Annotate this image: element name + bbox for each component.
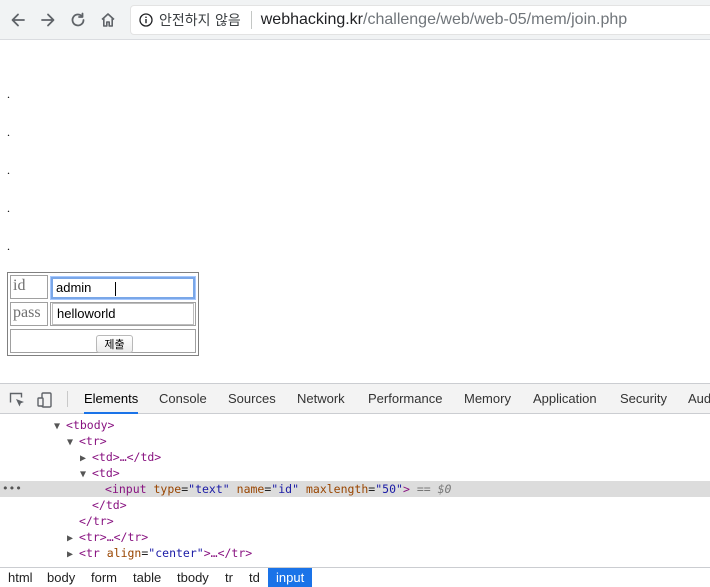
url-host: webhacking.kr: [260, 11, 364, 28]
inspect-element-icon[interactable]: [8, 391, 26, 409]
breadcrumb-tbody[interactable]: tbody: [175, 568, 211, 587]
join-form-table: id admin pass helloworld 제출: [7, 272, 199, 356]
text-caret: [115, 282, 116, 296]
dom-node-tr-close[interactable]: </tr>: [0, 513, 710, 529]
page-viewport: . . . . . id admin pass helloworld 제출: [0, 41, 710, 383]
pass-input[interactable]: helloworld: [52, 303, 194, 325]
tab-application[interactable]: Application: [533, 384, 597, 414]
dom-tree: ▼ <tbody> ▼ <tr> ▶ <td>…</td> ▼ <td> ••• <inp…: [0, 415, 710, 567]
home-button[interactable]: [96, 8, 120, 32]
tab-sources[interactable]: Sources: [228, 384, 276, 414]
tab-audits[interactable]: Aud: [688, 384, 710, 414]
pass-label: pass: [13, 304, 41, 321]
submit-button[interactable]: 제출: [96, 335, 133, 353]
tabbar-divider: [67, 391, 68, 407]
breadcrumb-form[interactable]: form: [89, 568, 119, 587]
pass-label-cell: pass: [10, 302, 48, 326]
tab-security[interactable]: Security: [620, 384, 667, 414]
breadcrumb-input[interactable]: input: [268, 568, 313, 587]
id-label: id: [13, 277, 26, 294]
omnibox-divider: [250, 11, 252, 29]
dom-node-tr-center[interactable]: ▶ <tr align="center">…</tr>: [0, 545, 710, 561]
devtools-tabbar: Elements Console Sources Network Perform…: [0, 384, 710, 414]
page-dot: .: [7, 87, 10, 101]
security-label[interactable]: 안전하지 않음: [159, 10, 241, 30]
page-dot: .: [7, 125, 10, 139]
browser-toolbar: 안전하지 않음 webhacking.kr/challenge/web/web-…: [0, 0, 710, 40]
id-input-value: admin: [56, 280, 92, 295]
breadcrumb-table[interactable]: table: [131, 568, 163, 587]
element-breadcrumbs: html body form table tbody tr td input: [0, 567, 710, 587]
reload-button[interactable]: [66, 8, 90, 32]
page-dot: .: [7, 163, 10, 177]
dom-node-tr[interactable]: ▼ <tr>: [0, 433, 710, 449]
home-icon: [101, 13, 115, 27]
selected-marker: == $0: [416, 482, 452, 496]
id-label-cell: id: [10, 275, 48, 299]
collapsed-triangle-icon[interactable]: ▶: [67, 547, 79, 563]
forward-arrow-icon: [41, 13, 55, 27]
reload-icon: [71, 12, 85, 27]
breadcrumb-td[interactable]: td: [247, 568, 262, 587]
device-toolbar-icon[interactable]: [36, 391, 54, 409]
info-icon[interactable]: [139, 13, 153, 27]
tab-console[interactable]: Console: [159, 384, 207, 414]
back-button[interactable]: [6, 8, 30, 32]
id-input[interactable]: admin: [51, 277, 195, 299]
page-dot: .: [7, 239, 10, 253]
tab-network[interactable]: Network: [297, 384, 345, 414]
url-path: /challenge/web/web-05/mem/join.php: [363, 11, 628, 28]
back-arrow-icon: [11, 13, 25, 27]
tab-memory[interactable]: Memory: [464, 384, 511, 414]
submit-cell: 제출: [10, 329, 196, 353]
dom-node-td-collapsed[interactable]: ▶ <td>…</td>: [0, 449, 710, 465]
id-input-cell: admin: [50, 275, 196, 299]
dom-node-td[interactable]: ▼ <td>: [0, 465, 710, 481]
tab-performance[interactable]: Performance: [368, 384, 442, 414]
dom-node-tr-collapsed[interactable]: ▶ <tr>…</tr>: [0, 529, 710, 545]
more-actions-icon[interactable]: •••: [2, 481, 22, 497]
pass-input-cell: helloworld: [50, 302, 196, 326]
forward-button[interactable]: [36, 8, 60, 32]
pass-input-value: helloworld: [57, 306, 116, 321]
page-dot: .: [7, 201, 10, 215]
devtools-panel: Elements Console Sources Network Perform…: [0, 383, 710, 587]
dom-node-tbody[interactable]: ▼ <tbody>: [0, 417, 710, 433]
breadcrumb-html[interactable]: html: [6, 568, 35, 587]
address-bar[interactable]: 안전하지 않음 webhacking.kr/challenge/web/web-…: [130, 5, 710, 35]
breadcrumb-body[interactable]: body: [45, 568, 77, 587]
breadcrumb-tr[interactable]: tr: [223, 568, 235, 587]
tab-elements[interactable]: Elements: [84, 384, 139, 414]
dom-node-input-selected[interactable]: ••• <input type="text" name="id" maxlengt…: [0, 481, 710, 497]
dom-node-td-close[interactable]: </td>: [0, 497, 710, 513]
